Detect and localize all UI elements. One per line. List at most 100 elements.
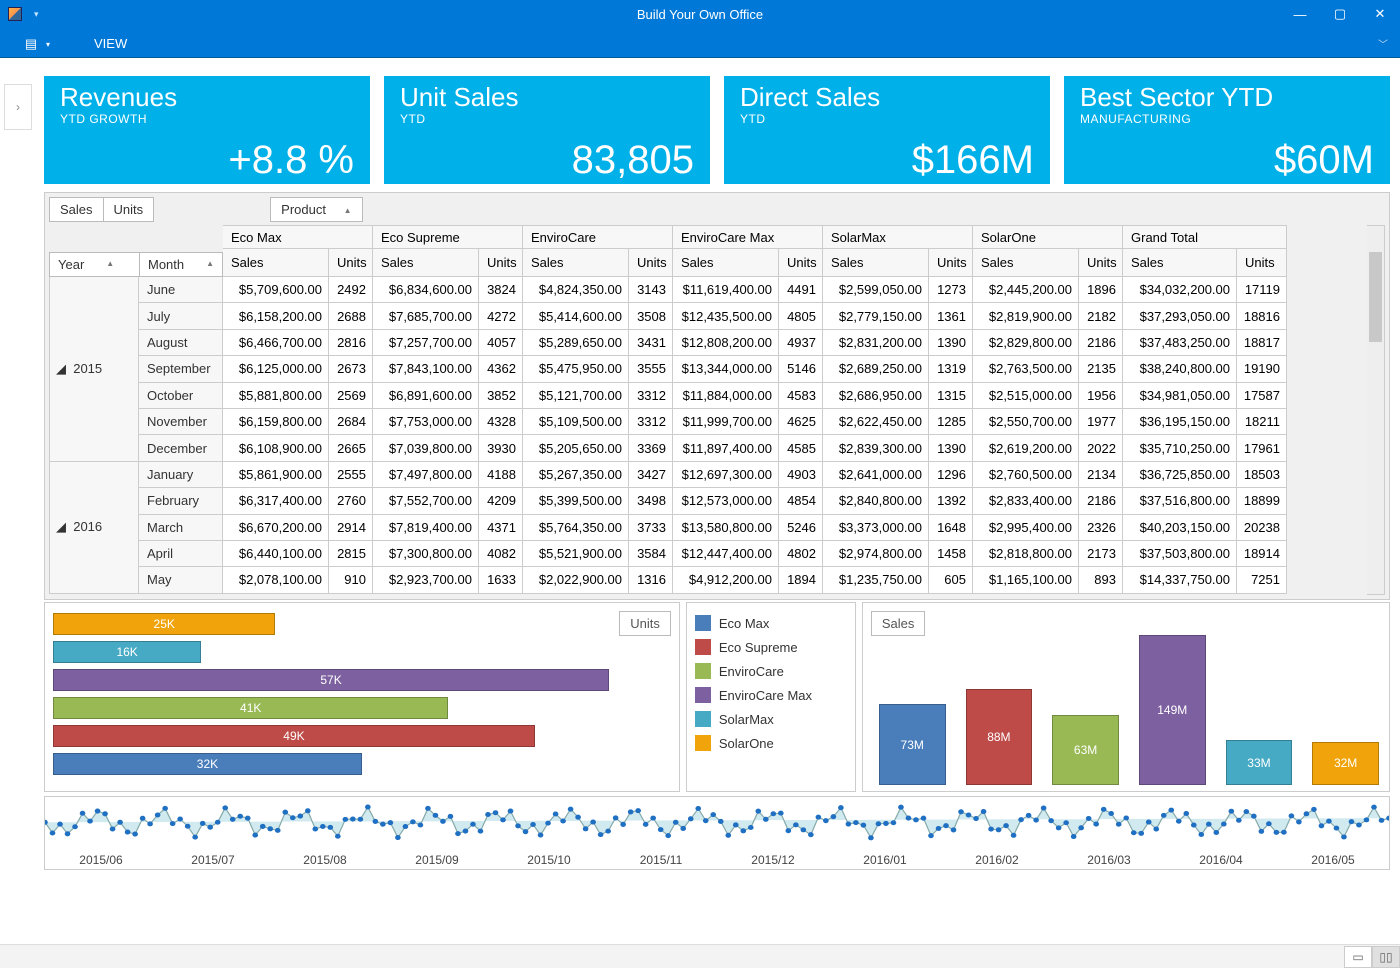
- data-cell[interactable]: $6,670,200.00: [223, 515, 329, 541]
- data-cell[interactable]: 4583: [779, 383, 823, 409]
- data-cell[interactable]: $6,108,900.00: [223, 435, 329, 461]
- data-cell[interactable]: 3508: [629, 303, 673, 329]
- data-cell[interactable]: 2665: [329, 435, 373, 461]
- data-cell[interactable]: 2815: [329, 541, 373, 567]
- data-cell[interactable]: $5,521,900.00: [523, 541, 629, 567]
- month-cell[interactable]: April: [139, 541, 223, 567]
- data-cell[interactable]: $5,121,700.00: [523, 383, 629, 409]
- data-cell[interactable]: 7251: [1237, 567, 1287, 593]
- data-cell[interactable]: $12,447,400.00: [673, 541, 779, 567]
- data-cell[interactable]: 3427: [629, 462, 673, 488]
- data-cell[interactable]: 1956: [1079, 383, 1123, 409]
- data-cell[interactable]: 4057: [479, 330, 523, 356]
- data-cell[interactable]: 4209: [479, 488, 523, 514]
- data-cell[interactable]: 1273: [929, 277, 973, 303]
- data-cell[interactable]: $11,999,700.00: [673, 409, 779, 435]
- data-cell[interactable]: 605: [929, 567, 973, 593]
- view-mode-1-button[interactable]: ▭: [1344, 946, 1372, 968]
- data-cell[interactable]: $7,753,000.00: [373, 409, 479, 435]
- data-cell[interactable]: $38,240,800.00: [1123, 356, 1237, 382]
- file-menu-dropdown-icon[interactable]: ▾: [46, 40, 50, 49]
- data-cell[interactable]: $2,760,500.00: [973, 462, 1079, 488]
- col-sales[interactable]: Sales: [523, 249, 629, 277]
- data-cell[interactable]: $2,779,150.00: [823, 303, 929, 329]
- data-cell[interactable]: 3733: [629, 515, 673, 541]
- data-cell[interactable]: 2760: [329, 488, 373, 514]
- data-cell[interactable]: 3584: [629, 541, 673, 567]
- data-cell[interactable]: $5,764,350.00: [523, 515, 629, 541]
- data-cell[interactable]: $5,267,350.00: [523, 462, 629, 488]
- month-cell[interactable]: February: [139, 488, 223, 514]
- data-cell[interactable]: $4,912,200.00: [673, 567, 779, 593]
- data-cell[interactable]: $12,697,300.00: [673, 462, 779, 488]
- month-cell[interactable]: August: [139, 330, 223, 356]
- product-header[interactable]: Eco Max: [223, 225, 373, 249]
- month-cell[interactable]: March: [139, 515, 223, 541]
- data-cell[interactable]: $3,373,000.00: [823, 515, 929, 541]
- minimize-button[interactable]: —: [1280, 0, 1320, 28]
- data-cell[interactable]: 3312: [629, 383, 673, 409]
- data-cell[interactable]: $34,981,050.00: [1123, 383, 1237, 409]
- data-cell[interactable]: $5,414,600.00: [523, 303, 629, 329]
- data-cell[interactable]: 18817: [1237, 330, 1287, 356]
- data-cell[interactable]: $11,884,000.00: [673, 383, 779, 409]
- data-cell[interactable]: 1316: [629, 567, 673, 593]
- data-cell[interactable]: $2,641,000.00: [823, 462, 929, 488]
- data-cell[interactable]: 1977: [1079, 409, 1123, 435]
- data-cell[interactable]: $5,289,650.00: [523, 330, 629, 356]
- data-cell[interactable]: 4371: [479, 515, 523, 541]
- data-cell[interactable]: $6,159,800.00: [223, 409, 329, 435]
- data-cell[interactable]: $7,257,700.00: [373, 330, 479, 356]
- data-cell[interactable]: $40,203,150.00: [1123, 515, 1237, 541]
- data-cell[interactable]: 4937: [779, 330, 823, 356]
- data-cell[interactable]: 4805: [779, 303, 823, 329]
- data-cell[interactable]: 2914: [329, 515, 373, 541]
- pivot-tab-units[interactable]: Units: [104, 197, 155, 222]
- product-header[interactable]: EnviroCare: [523, 225, 673, 249]
- month-cell[interactable]: November: [139, 409, 223, 435]
- data-cell[interactable]: $37,516,800.00: [1123, 488, 1237, 514]
- data-cell[interactable]: 4362: [479, 356, 523, 382]
- data-cell[interactable]: 3312: [629, 409, 673, 435]
- data-cell[interactable]: $5,205,650.00: [523, 435, 629, 461]
- data-cell[interactable]: 1648: [929, 515, 973, 541]
- data-cell[interactable]: $6,158,200.00: [223, 303, 329, 329]
- data-cell[interactable]: $2,831,200.00: [823, 330, 929, 356]
- data-cell[interactable]: 18211: [1237, 409, 1287, 435]
- data-cell[interactable]: $7,497,800.00: [373, 462, 479, 488]
- data-cell[interactable]: $34,032,200.00: [1123, 277, 1237, 303]
- data-cell[interactable]: 1315: [929, 383, 973, 409]
- data-cell[interactable]: 2135: [1079, 356, 1123, 382]
- data-cell[interactable]: 2182: [1079, 303, 1123, 329]
- month-cell[interactable]: January: [139, 462, 223, 488]
- data-cell[interactable]: 2569: [329, 383, 373, 409]
- product-header[interactable]: EnviroCare Max: [673, 225, 823, 249]
- data-cell[interactable]: 17961: [1237, 435, 1287, 461]
- col-units[interactable]: Units: [629, 249, 673, 277]
- data-cell[interactable]: $14,337,750.00: [1123, 567, 1237, 593]
- data-cell[interactable]: 1458: [929, 541, 973, 567]
- data-cell[interactable]: $2,622,450.00: [823, 409, 929, 435]
- data-cell[interactable]: $2,515,000.00: [973, 383, 1079, 409]
- data-cell[interactable]: 3555: [629, 356, 673, 382]
- data-cell[interactable]: $1,165,100.00: [973, 567, 1079, 593]
- data-cell[interactable]: 1390: [929, 330, 973, 356]
- data-cell[interactable]: $6,466,700.00: [223, 330, 329, 356]
- col-units[interactable]: Units: [479, 249, 523, 277]
- col-sales[interactable]: Sales: [973, 249, 1079, 277]
- data-cell[interactable]: $37,503,800.00: [1123, 541, 1237, 567]
- data-cell[interactable]: $37,293,050.00: [1123, 303, 1237, 329]
- data-cell[interactable]: 3369: [629, 435, 673, 461]
- data-cell[interactable]: $2,923,700.00: [373, 567, 479, 593]
- data-cell[interactable]: $2,599,050.00: [823, 277, 929, 303]
- data-cell[interactable]: 17119: [1237, 277, 1287, 303]
- data-cell[interactable]: 4585: [779, 435, 823, 461]
- data-cell[interactable]: 2816: [329, 330, 373, 356]
- data-cell[interactable]: 1296: [929, 462, 973, 488]
- data-cell[interactable]: $2,619,200.00: [973, 435, 1079, 461]
- product-header[interactable]: SolarMax: [823, 225, 973, 249]
- timeline-sparkline[interactable]: 2015/062015/072015/082015/092015/102015/…: [44, 796, 1390, 870]
- col-units[interactable]: Units: [1237, 249, 1287, 277]
- col-sales[interactable]: Sales: [223, 249, 329, 277]
- data-cell[interactable]: $6,440,100.00: [223, 541, 329, 567]
